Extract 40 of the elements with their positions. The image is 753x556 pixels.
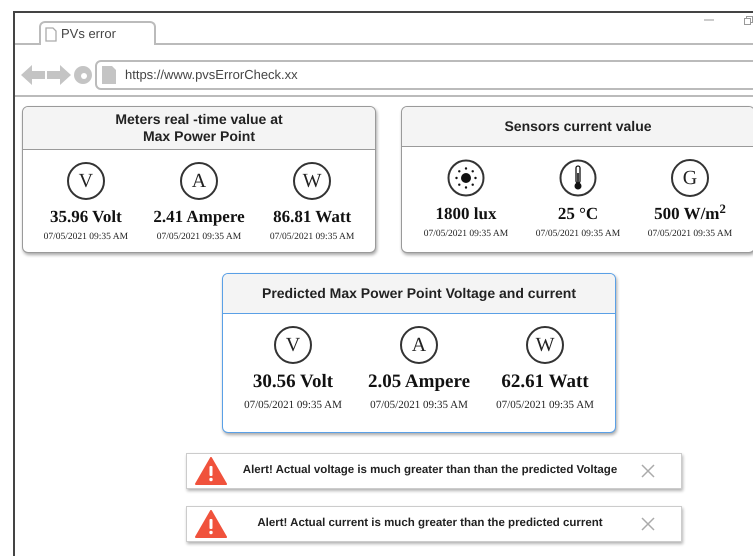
reading-value: 2.05 Ampere (368, 370, 470, 394)
reading-timestamp: 07/05/2021 09:35 AM (270, 230, 354, 244)
reading-value: 25 °C (558, 203, 598, 225)
restore-icon[interactable] (744, 16, 753, 24)
sun-icon (446, 159, 485, 197)
thermometer-icon (558, 159, 597, 197)
reading-timestamp: 07/05/2021 09:35 AM (536, 228, 620, 240)
card-title: Max Power Point (142, 128, 256, 145)
alert-message: Alert! Actual voltage is much greater than than the predicted Voltage (242, 463, 618, 478)
reading-value: 35.96 Volt (50, 206, 122, 228)
reading-timestamp: 07/05/2021 09:35 AM (496, 398, 594, 412)
address-bar[interactable]: https://www.pvsErrorCheck.xx (95, 60, 753, 90)
page-icon (101, 65, 117, 85)
card-title: Predicted Max Power Point Voltage and current (262, 285, 576, 302)
reading-value: 500 W/m$^{2}$ (654, 201, 726, 225)
reading-timestamp: 07/05/2021 09:35 AM (156, 230, 242, 244)
close-icon[interactable] (641, 464, 655, 478)
card-title: Meters real -time value at (115, 111, 283, 128)
reading-value: 1800 lux (436, 203, 496, 225)
warning-icon (195, 510, 227, 538)
alert-message: Alert! Actual current is much greater than the predicted current (256, 516, 604, 532)
url-text: https://www.pvsErrorCheck.xx (125, 66, 298, 84)
reading-timestamp: 07/05/2021 09:35 AM (44, 230, 128, 244)
tab-title: PVs error (61, 25, 116, 44)
forward-arrow-icon[interactable] (47, 63, 71, 87)
reading-timestamp: 07/05/2021 09:35 AM (648, 228, 732, 240)
browser-tab[interactable]: PVs error (39, 21, 156, 45)
page-icon (45, 26, 57, 42)
reading-value: 86.81 Watt (273, 206, 352, 228)
reading-value: 30.56 Volt (252, 370, 334, 394)
reading-value: 2.41 Ampere (153, 206, 245, 228)
reading-timestamp: 07/05/2021 09:35 AM (424, 228, 508, 240)
warning-icon (195, 457, 227, 485)
back-arrow-icon[interactable] (21, 63, 45, 87)
reading-timestamp: 07/05/2021 09:35 AM (244, 398, 342, 412)
close-icon[interactable] (641, 517, 655, 531)
reload-icon[interactable] (73, 65, 93, 85)
reading-timestamp: 07/05/2021 09:35 AM (370, 398, 468, 412)
reading-value: 62.61 Watt (501, 370, 589, 394)
card-title: Sensors current value (504, 118, 652, 135)
